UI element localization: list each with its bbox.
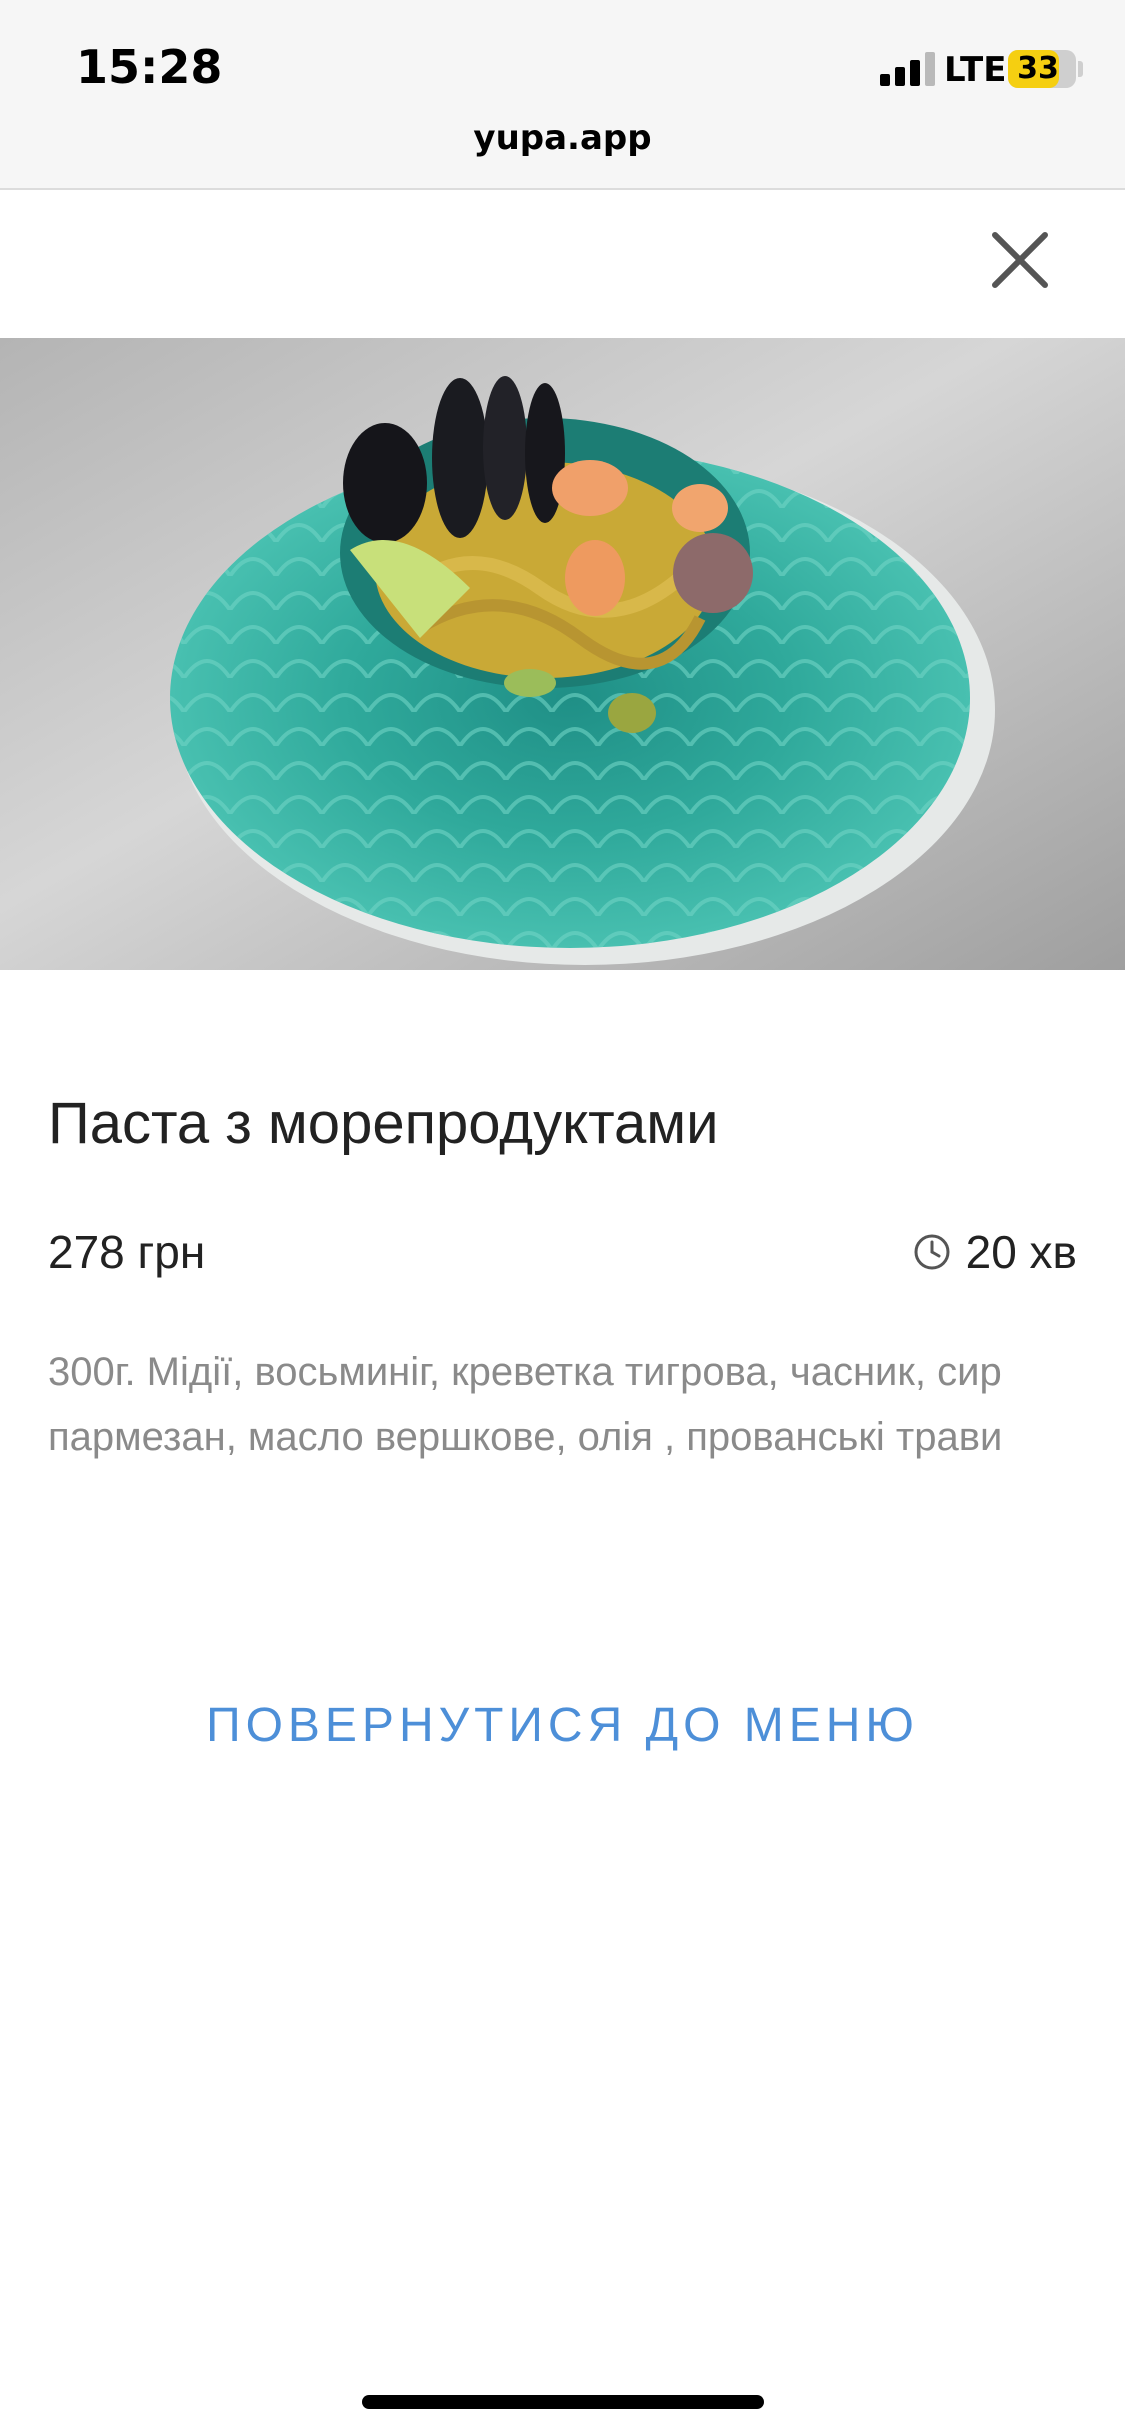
close-icon <box>992 232 1048 288</box>
network-type: LTE <box>944 50 1007 90</box>
battery-tip <box>1078 61 1083 77</box>
cook-time-block: 20 хв <box>912 1225 1077 1279</box>
dish-photo <box>0 338 1125 970</box>
home-indicator[interactable] <box>362 2395 764 2409</box>
status-bar: 15:28 LTE 33 yupa.app <box>0 0 1125 190</box>
battery-level: 33 <box>1017 51 1059 86</box>
status-time: 15:28 <box>76 40 223 94</box>
battery-icon: 33 <box>1008 50 1076 88</box>
dish-title: Паста з морепродуктами <box>48 1091 719 1156</box>
browser-url[interactable]: yupa.app <box>0 118 1125 158</box>
cook-time: 20 хв <box>965 1226 1077 1278</box>
signal-icon <box>880 52 938 86</box>
clock-icon <box>912 1232 952 1272</box>
close-button[interactable] <box>985 225 1055 295</box>
dish-description: 300г. Мідії, восьминіг, креветка тигрова… <box>48 1350 1003 1459</box>
dish-image <box>0 338 1125 970</box>
back-to-menu-link[interactable]: ПОВЕРНУТИСЯ ДО МЕНЮ <box>0 1698 1125 1753</box>
dish-price: 278 грн <box>48 1226 206 1278</box>
